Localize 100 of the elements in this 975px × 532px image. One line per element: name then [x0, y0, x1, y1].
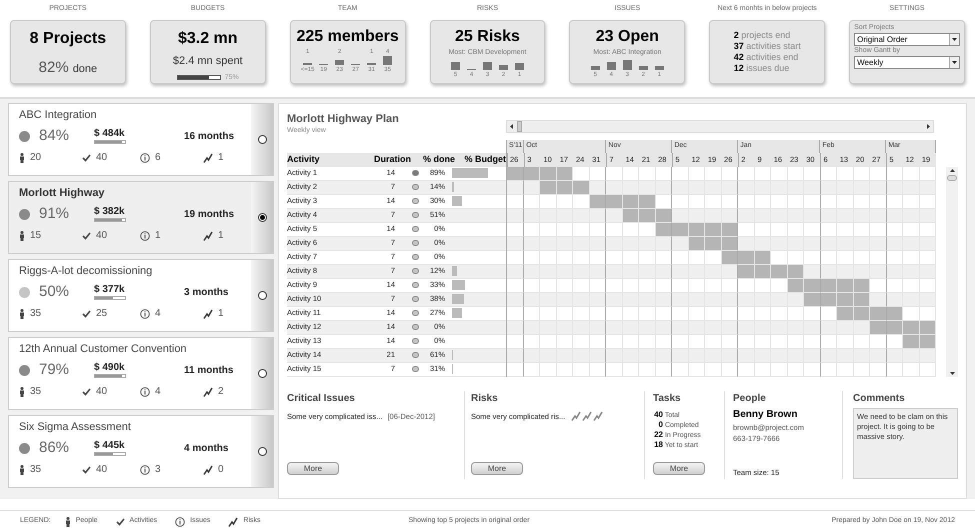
zigzag-icon [203, 386, 213, 396]
more-button[interactable]: More [653, 462, 705, 475]
mini-bar [622, 60, 632, 70]
check-icon [82, 232, 91, 240]
project-name: Morlott Highway [19, 186, 106, 200]
dropdown[interactable]: Original Order [854, 33, 960, 46]
horizontal-scrollbar[interactable] [506, 120, 934, 132]
zigzag-icon [582, 411, 592, 422]
percent-done: 79% [39, 360, 70, 380]
radio-button[interactable] [258, 213, 266, 222]
zigzag-icon [228, 516, 238, 526]
duration: 19 months [184, 208, 234, 222]
scroll-thumb[interactable] [947, 174, 957, 180]
percent-done: 91% [39, 204, 70, 224]
budget-bar [452, 294, 464, 304]
check-icon [116, 518, 125, 526]
summary-line: 37 activities start [734, 41, 801, 52]
project-card[interactable]: Six Sigma Assessment 86% $ 445k 4 months 35 40 3 0 [8, 415, 274, 488]
more-button[interactable]: More [287, 462, 339, 475]
budget-bar [94, 218, 126, 222]
project-name: Six Sigma Assessment [19, 420, 132, 434]
section-title: Tasks [653, 392, 682, 406]
percent-value: 82% [38, 58, 69, 78]
duration: 11 months [184, 364, 234, 378]
column-header: % done [422, 152, 455, 166]
section-title: Comments [853, 392, 906, 406]
mini-bar [638, 66, 648, 70]
activity-count: 40 [96, 151, 108, 165]
vertical-scrollbar[interactable] [946, 166, 958, 376]
right-arrow-icon [927, 124, 930, 128]
risk-count: 0 [218, 463, 224, 477]
issue-count: 6 [155, 151, 161, 165]
person-icon [64, 516, 71, 526]
column-header: Duration [373, 152, 411, 166]
activity-count: 40 [96, 229, 108, 243]
budget-bar [94, 140, 126, 144]
duration: 3 months [184, 286, 228, 300]
section-title: Risks [471, 392, 499, 406]
risk-count: 1 [218, 151, 224, 165]
project-card[interactable]: 12th Annual Customer Convention 79% $ 490k 11 months 35 40 4 2 [8, 337, 274, 410]
person-icon [19, 308, 25, 318]
budget-value: $ 490k [94, 362, 125, 374]
risk-count: 1 [218, 229, 224, 243]
radio-button[interactable] [258, 369, 266, 378]
mini-bar [606, 62, 616, 70]
people-count: 35 [30, 385, 42, 399]
section-title: Critical Issues [287, 392, 356, 406]
issue-count: 4 [155, 385, 161, 399]
project-card[interactable]: Morlott Highway 91% $ 382k 19 months 15 40 1 1 [8, 181, 274, 254]
budget-bar [94, 452, 126, 456]
spent-value: $2.4 mn spent [172, 54, 243, 69]
activity-count: 25 [96, 307, 108, 321]
budget-bar [94, 296, 126, 300]
mini-bar [482, 62, 492, 70]
activity-count: 40 [96, 463, 108, 477]
people-count: 35 [30, 307, 42, 321]
radio-button[interactable] [258, 135, 266, 144]
info-icon [140, 386, 150, 396]
mini-bar [450, 62, 460, 70]
mini-bar [498, 64, 508, 70]
issue-count: 1 [155, 229, 161, 243]
info-icon [175, 516, 186, 526]
issue-count: 3 [155, 463, 161, 477]
percent-done: 84% [39, 126, 70, 146]
mini-bar [654, 66, 664, 70]
card-title: 8 Projects [30, 29, 106, 49]
project-card[interactable]: ABC Integration 84% $ 484k 16 months 20 40 6 1 [8, 103, 274, 176]
radio-button[interactable] [258, 447, 266, 456]
radio-button[interactable] [258, 291, 266, 300]
budget-bar [452, 280, 465, 290]
project-name: ABC Integration [19, 108, 98, 122]
mini-bar [335, 60, 344, 65]
left-arrow-icon [510, 124, 513, 128]
project-card[interactable]: Riggs-A-lot decomissioning 50% $ 377k 3 months 35 25 4 1 [8, 259, 274, 332]
card-title: 225 members [296, 27, 399, 47]
person-icon [19, 386, 25, 396]
card-title: 23 Open [596, 27, 659, 47]
budget-value: $ 484k [94, 128, 125, 140]
more-button[interactable]: More [471, 462, 523, 475]
people-count: 35 [30, 463, 42, 477]
mini-bar [514, 62, 524, 70]
zigzag-icon [203, 230, 213, 240]
project-name: 12th Annual Customer Convention [19, 342, 188, 356]
dropdown[interactable]: Weekly [854, 56, 960, 69]
progress-bar [176, 75, 221, 80]
budget-value: $ 445k [94, 440, 125, 452]
down-arrow-icon [950, 372, 954, 374]
up-arrow-icon [950, 168, 954, 172]
check-icon [82, 466, 91, 474]
scroll-thumb[interactable] [517, 120, 522, 132]
column-header: Activity [287, 152, 321, 166]
plan-title: Morlott Highway Plan [287, 112, 400, 126]
info-icon [140, 308, 150, 318]
column-header: % Budget [464, 152, 506, 166]
summary-line: 42 activities end [734, 52, 800, 63]
project-name: Riggs-A-lot decomissioning [19, 264, 154, 278]
budget-bar [452, 168, 488, 178]
zigzag-icon [571, 411, 582, 422]
budget-bar [452, 196, 462, 206]
card-title: 25 Risks [455, 27, 520, 47]
